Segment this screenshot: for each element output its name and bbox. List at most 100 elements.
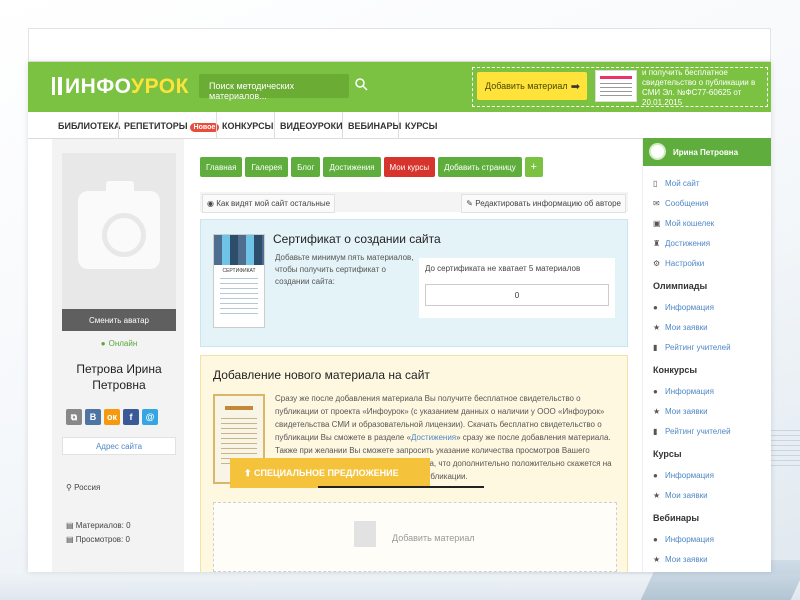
change-avatar-button[interactable]: Сменить аватар: [62, 309, 176, 331]
contests-requests-label: Мои заявки: [665, 407, 708, 416]
country-label: Россия: [74, 483, 101, 492]
webinars-info[interactable]: ● Информация: [653, 535, 714, 544]
pencil-icon: ✎: [466, 199, 476, 208]
menu-settings[interactable]: ⚙ Настройки: [653, 259, 704, 268]
logo-text-b: УРОК: [131, 75, 189, 98]
view-as-others-link[interactable]: ◉ Как видят мой сайт остальные: [202, 194, 336, 213]
document-icon: [354, 521, 376, 547]
star-icon: ★: [653, 491, 661, 500]
webinars-requests[interactable]: ★ Мои заявки: [653, 555, 708, 564]
nav-separator: [118, 112, 119, 139]
stack-icon: ▤: [66, 521, 76, 530]
add-material-title: Добавление нового материала на сайт: [213, 368, 430, 382]
eye-icon: ◉: [207, 199, 217, 208]
search-input[interactable]: Поиск методических материалов...: [199, 74, 349, 101]
tab-add-page[interactable]: Добавить страницу: [438, 157, 522, 177]
views-count: ▤ Просмотров: 0: [66, 535, 130, 544]
tab-my-courses[interactable]: Мои курсы: [383, 157, 436, 177]
new-badge: Новое: [189, 123, 220, 132]
certificate-image: СЕРТИФИКАТ: [213, 234, 265, 328]
profile-name: Петрова Ирина Петровна: [76, 362, 162, 392]
contests-rating-label: Рейтинг учителей: [665, 427, 731, 436]
email-icon[interactable]: @: [142, 409, 158, 425]
olympiads-requests[interactable]: ★ Мои заявки: [653, 323, 708, 332]
certificate-description: Добавьте минимум пять материалов, чтобы …: [275, 253, 414, 286]
achievements-link[interactable]: Достижения: [411, 433, 456, 442]
add-tab-button[interactable]: +: [524, 157, 543, 177]
vk-icon[interactable]: В: [85, 409, 101, 425]
gear-icon: ⚙: [653, 259, 661, 268]
site-logo[interactable]: ИНФОУРОК: [52, 75, 189, 99]
add-material-button[interactable]: Добавить материал ➡: [477, 72, 587, 100]
site-header: ИНФОУРОК Поиск методических материалов..…: [28, 62, 771, 112]
menu-messages[interactable]: ✉ Сообщения: [653, 199, 708, 208]
nav-library[interactable]: БИБЛИОТЕКА: [58, 121, 120, 131]
user-name: Ирина Петровна: [673, 148, 739, 157]
avatar[interactable]: [62, 153, 176, 327]
courses-requests[interactable]: ★ Мои заявки: [653, 491, 708, 500]
social-icons: ⧉ В ок f @: [66, 409, 158, 425]
nav-tutors[interactable]: РЕПЕТИТОРЫ Новое: [124, 121, 220, 132]
main-content: Главная Галерея Блог Достижения Мои курс…: [200, 139, 628, 572]
share-icon[interactable]: ⧉: [66, 409, 82, 425]
olympiads-rating-label: Рейтинг учителей: [665, 343, 731, 352]
star-icon: ★: [653, 323, 661, 332]
courses-info-label: Информация: [665, 471, 714, 480]
menu-achievements-label: Достижения: [665, 239, 711, 248]
menu-wallet[interactable]: ▣ Мой кошелек: [653, 219, 714, 228]
add-material-dropzone[interactable]: Добавить материал: [213, 502, 617, 572]
logo-text-a: ИНФО: [65, 75, 131, 98]
contests-info[interactable]: ● Информация: [653, 387, 714, 396]
star-icon: ★: [653, 407, 661, 416]
contests-requests[interactable]: ★ Мои заявки: [653, 407, 708, 416]
facebook-icon[interactable]: f: [123, 409, 139, 425]
info-icon: ●: [653, 471, 658, 480]
tab-gallery[interactable]: Галерея: [245, 157, 289, 177]
right-sidebar: Ирина Петровна ▯ Мой сайт ✉ Сообщения ▣ Мой…: [642, 138, 771, 572]
page-icon: ▯: [653, 179, 658, 188]
certificate-header-pattern: [214, 235, 264, 265]
contests-rating[interactable]: ▮ Рейтинг учителей: [653, 427, 731, 436]
courses-requests-label: Мои заявки: [665, 491, 708, 500]
nav-courses[interactable]: КУРСЫ: [405, 121, 437, 131]
view-as-others-label: Как видят мой сайт остальные: [216, 199, 331, 208]
arrow-up-icon: ⬆: [244, 468, 255, 478]
bar-chart-icon: ▮: [653, 427, 658, 436]
nav-webinars[interactable]: ВЕБИНАРЫ: [348, 121, 401, 131]
tab-blog[interactable]: Блог: [291, 157, 321, 177]
menu-achievements[interactable]: ♜ Достижения: [653, 239, 710, 248]
olympiads-requests-label: Мои заявки: [665, 323, 708, 332]
envelope-icon: ✉: [653, 199, 660, 208]
profile-tabs: Главная Галерея Блог Достижения Мои курс…: [200, 157, 543, 177]
tab-achievements[interactable]: Достижения: [323, 157, 381, 177]
add-material-label: Добавить материал: [485, 81, 568, 91]
nav-contests[interactable]: КОНКУРСЫ: [222, 121, 273, 131]
menu-wallet-label: Мой кошелек: [665, 219, 715, 228]
info-icon: ●: [653, 387, 658, 396]
page-body: Сменить аватар Онлайн Петрова Ирина Петр…: [28, 138, 771, 572]
nav-separator: [342, 112, 343, 139]
profile-country: ⚲ Россия: [66, 483, 100, 492]
special-offer-button[interactable]: ⬆ СПЕЦИАЛЬНОЕ ПРЕДЛОЖЕНИЕ: [230, 458, 430, 488]
courses-info[interactable]: ● Информация: [653, 471, 714, 480]
user-header[interactable]: Ирина Петровна: [643, 138, 771, 166]
edit-author-info-link[interactable]: ✎ Редактировать информацию об авторе: [461, 194, 626, 213]
info-icon: ●: [653, 535, 658, 544]
menu-my-site[interactable]: ▯ Мой сайт: [653, 179, 699, 188]
odnoklassniki-icon[interactable]: ок: [104, 409, 120, 425]
nav-separator: [274, 112, 275, 139]
nav-videolessons[interactable]: ВИДЕОУРОКИ: [280, 121, 343, 131]
edit-author-label: Редактировать информацию об авторе: [475, 199, 621, 208]
tab-home[interactable]: Главная: [200, 157, 243, 177]
site-address-button[interactable]: Адрес сайта: [62, 437, 176, 455]
online-status: Онлайн: [62, 339, 176, 348]
certificate-progress-box: До сертификата не хватает 5 материалов 0: [419, 258, 615, 318]
search-icon[interactable]: [354, 77, 368, 91]
contests-info-label: Информация: [665, 387, 714, 396]
certificate-lines: [220, 278, 258, 318]
logo-mark-icon: [52, 77, 62, 95]
olympiads-info[interactable]: ● Информация: [653, 303, 714, 312]
views-label: Просмотров: 0: [75, 535, 130, 544]
promo-text: и получить бесплатное свидетельство о пу…: [642, 68, 756, 107]
olympiads-rating[interactable]: ▮ Рейтинг учителей: [653, 343, 731, 352]
